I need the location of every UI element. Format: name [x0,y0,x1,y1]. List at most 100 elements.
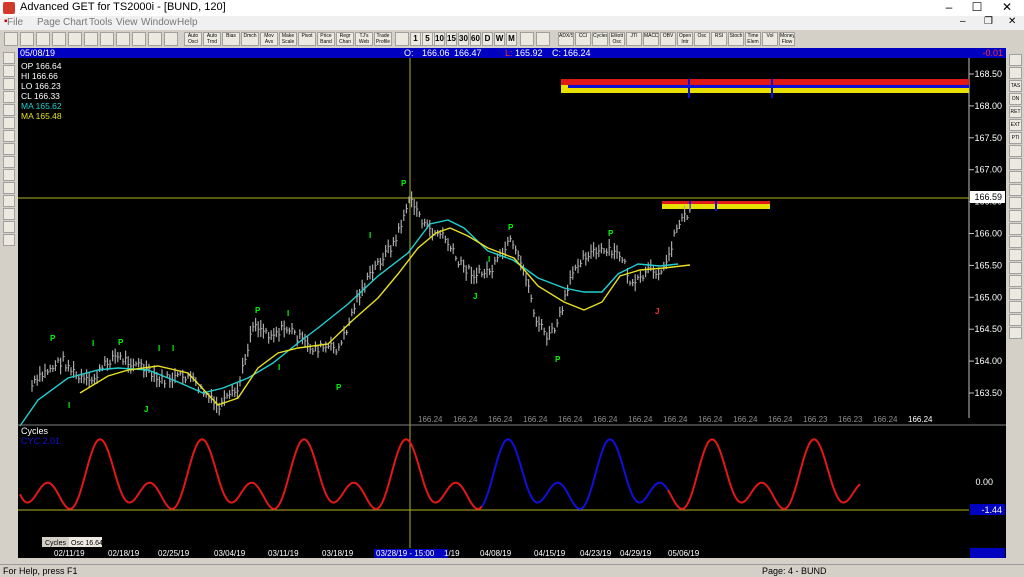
timeframe-30[interactable]: 30 [458,32,469,46]
drawing-tool-13[interactable] [3,208,15,220]
indicator-btn-macd[interactable]: MACD [643,32,659,46]
toolbar-icon-6[interactable] [84,32,98,46]
drawing-tool-14[interactable] [3,221,15,233]
drawing-tool-4[interactable] [3,91,15,103]
toolbar-btn-pivot[interactable]: Pivot [298,32,316,46]
side-tool-7[interactable]: PTI [1009,132,1022,144]
toolbar-btn-regr-chan[interactable]: Regr Chan [336,32,354,46]
side-tool-19[interactable] [1009,288,1022,300]
drawing-tool-1[interactable] [3,52,15,64]
menu-chart[interactable]: Chart [63,17,87,28]
drawing-tool-15[interactable] [3,234,15,246]
toolbar-icon-5[interactable] [68,32,82,46]
toolbar-btn-trade-profile[interactable]: Trade Profile [374,32,392,46]
toolbar-extra-2[interactable] [536,32,550,46]
indicator-btn-elliott-osc[interactable]: Elliott Osc [609,32,625,46]
toolbar-btn-auto-osci[interactable]: Auto Osci [184,32,202,46]
drawing-tool-12[interactable] [3,195,15,207]
timeframe-w[interactable]: W [494,32,505,46]
toolbar-btn-bias[interactable]: Bias [222,32,240,46]
menu-file[interactable]: File [7,17,23,28]
timeframe-m[interactable]: M [506,32,517,46]
toolbar-btn-auto-trnd[interactable]: Auto Trnd [203,32,221,46]
toolbar-icon-3[interactable] [36,32,50,46]
indicator-btn-time-elem[interactable]: Time Elem [745,32,761,46]
toolbar-icon-2[interactable] [20,32,34,46]
chart-area[interactable]: 05/08/19 O: 166.06 166.47 L: 165.92 C: 166.24 -0… [18,48,1006,558]
drawing-tool-5[interactable] [3,104,15,116]
mdi-restore-button[interactable]: ❐ [984,16,993,27]
mdi-minimize-button[interactable]: – [960,16,966,27]
drawing-tool-3[interactable] [3,78,15,90]
indicator-btn-money-flow[interactable]: Money Flow [779,32,795,46]
drawing-tool-10[interactable] [3,169,15,181]
side-tool-1[interactable] [1009,54,1022,66]
indicator-btn-cycles[interactable]: Cycles [592,32,608,46]
maximize-button[interactable]: ☐ [962,0,992,16]
drawing-tool-6[interactable] [3,117,15,129]
toolbar-btn-tj-s-web[interactable]: TJ's Web [355,32,373,46]
side-tool-20[interactable] [1009,301,1022,313]
side-tool-14[interactable] [1009,223,1022,235]
side-tool-18[interactable] [1009,275,1022,287]
side-tool-10[interactable] [1009,171,1022,183]
indicator-btn-cci[interactable]: CCI [575,32,591,46]
side-tool-6[interactable]: EXT [1009,119,1022,131]
side-tool-12[interactable] [1009,197,1022,209]
toolbar-btn-dmch[interactable]: Dmch [241,32,259,46]
indicator-btn-vol[interactable]: Vol [762,32,778,46]
toolbar-icon-4[interactable] [52,32,66,46]
indicator-btn-jti[interactable]: JTI [626,32,642,46]
timeframe-d[interactable]: D [482,32,493,46]
side-tool-3[interactable]: TAS [1009,80,1022,92]
indicator-btn-open-intr[interactable]: Open Intr [677,32,693,46]
side-tool-17[interactable] [1009,262,1022,274]
timeframe-10[interactable]: 10 [434,32,445,46]
toolbar-icon-1[interactable] [4,32,18,46]
drawing-tool-7[interactable] [3,130,15,142]
side-tool-8[interactable] [1009,145,1022,157]
menu-page[interactable]: Page [37,17,60,28]
side-tool-4[interactable]: ON [1009,93,1022,105]
indicator-btn-osc[interactable]: Osc [694,32,710,46]
side-tool-21[interactable] [1009,314,1022,326]
toolbar-icon-8[interactable] [116,32,130,46]
price-chart[interactable]: 05/08/19 O: 166.06 166.47 L: 165.92 C: 166.24 -0… [18,48,1006,558]
mdi-close-button[interactable]: ✕ [1008,16,1016,27]
timeframe-60[interactable]: 60 [470,32,481,46]
timeframe-5[interactable]: 5 [422,32,433,46]
timeframe-1[interactable]: 1 [410,32,421,46]
menu-window[interactable]: Window [141,17,177,28]
toolbar-tool-1[interactable] [395,32,409,46]
drawing-tool-11[interactable] [3,182,15,194]
indicator-btn-stoch[interactable]: Stoch [728,32,744,46]
indicator-btn-obv[interactable]: OBV [660,32,676,46]
timeframe-15[interactable]: 15 [446,32,457,46]
side-tool-13[interactable] [1009,210,1022,222]
toolbar-icon-7[interactable] [100,32,114,46]
side-tool-15[interactable] [1009,236,1022,248]
toolbar-btn-price-band[interactable]: Price Band [317,32,335,46]
toolbar-btn-mov-avs[interactable]: Mov Avs [260,32,278,46]
indicator-btn-adx-sto[interactable]: ADX/STO [558,32,574,46]
menu-view[interactable]: View [116,17,138,28]
side-tool-9[interactable] [1009,158,1022,170]
close-button[interactable]: ✕ [992,0,1022,16]
side-tool-5[interactable]: RET [1009,106,1022,118]
indicator-btn-rsi[interactable]: RSI [711,32,727,46]
drawing-tool-8[interactable] [3,143,15,155]
side-tool-11[interactable] [1009,184,1022,196]
side-tool-22[interactable] [1009,327,1022,339]
toolbar-btn-make-scale[interactable]: Make Scale [279,32,297,46]
minimize-button[interactable]: – [934,0,964,16]
side-tool-2[interactable] [1009,67,1022,79]
drawing-tool-9[interactable] [3,156,15,168]
toolbar-extra-1[interactable] [520,32,534,46]
toolbar-icon-11[interactable] [164,32,178,46]
menu-help[interactable]: Help [177,17,198,28]
toolbar-icon-9[interactable] [132,32,146,46]
toolbar-icon-10[interactable] [148,32,162,46]
side-tool-16[interactable] [1009,249,1022,261]
drawing-tool-2[interactable] [3,65,15,77]
menu-tools[interactable]: Tools [89,17,112,28]
